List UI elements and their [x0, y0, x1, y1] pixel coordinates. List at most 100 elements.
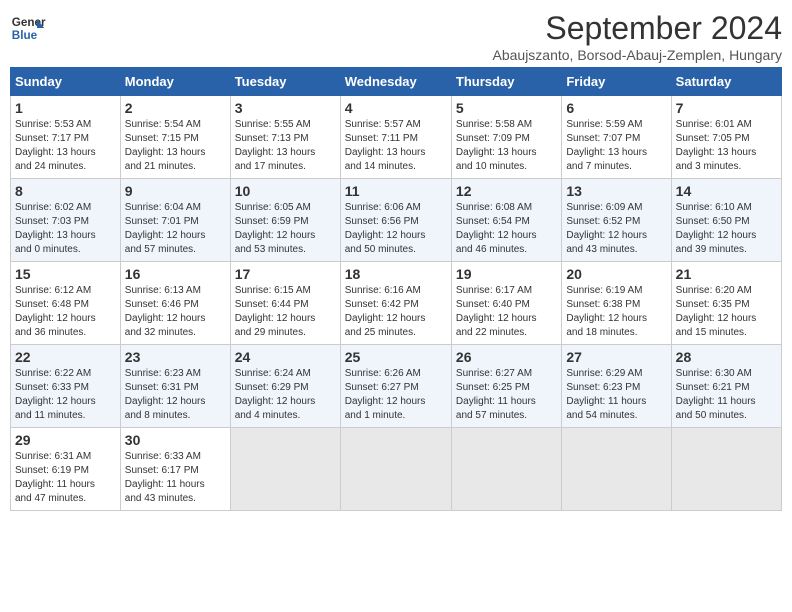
day-info: Sunrise: 6:06 AM Sunset: 6:56 PM Dayligh…	[345, 201, 447, 257]
day-info: Sunrise: 6:16 AM Sunset: 6:42 PM Dayligh…	[345, 284, 447, 340]
day-info: Sunrise: 6:22 AM Sunset: 6:33 PM Dayligh…	[15, 367, 116, 423]
day-info: Sunrise: 6:01 AM Sunset: 7:05 PM Dayligh…	[676, 118, 777, 174]
day-number: 1	[15, 100, 116, 116]
day-info: Sunrise: 6:10 AM Sunset: 6:50 PM Dayligh…	[676, 201, 777, 257]
calendar-cell: 29 Sunrise: 6:31 AM Sunset: 6:19 PM Dayli…	[11, 428, 121, 511]
calendar-cell: 21 Sunrise: 6:20 AM Sunset: 6:35 PM Dayli…	[671, 262, 781, 345]
day-number: 9	[125, 183, 226, 199]
page-header: General Blue September 2024 Abaujszanto,…	[10, 10, 782, 63]
day-info: Sunrise: 5:59 AM Sunset: 7:07 PM Dayligh…	[566, 118, 666, 174]
day-number: 5	[456, 100, 557, 116]
day-info: Sunrise: 6:12 AM Sunset: 6:48 PM Dayligh…	[15, 284, 116, 340]
calendar-cell: 23 Sunrise: 6:23 AM Sunset: 6:31 PM Dayli…	[120, 345, 230, 428]
day-info: Sunrise: 6:23 AM Sunset: 6:31 PM Dayligh…	[125, 367, 226, 423]
svg-text:Blue: Blue	[12, 29, 38, 42]
day-number: 18	[345, 266, 447, 282]
day-info: Sunrise: 6:19 AM Sunset: 6:38 PM Dayligh…	[566, 284, 666, 340]
calendar-cell	[340, 428, 451, 511]
title-block: September 2024 Abaujszanto, Borsod-Abauj…	[493, 10, 783, 63]
calendar-cell	[451, 428, 561, 511]
day-number: 27	[566, 349, 666, 365]
calendar-week-4: 22 Sunrise: 6:22 AM Sunset: 6:33 PM Dayli…	[11, 345, 782, 428]
day-info: Sunrise: 6:24 AM Sunset: 6:29 PM Dayligh…	[235, 367, 336, 423]
calendar-cell: 11 Sunrise: 6:06 AM Sunset: 6:56 PM Dayli…	[340, 179, 451, 262]
day-number: 11	[345, 183, 447, 199]
calendar-cell: 3 Sunrise: 5:55 AM Sunset: 7:13 PM Daylig…	[230, 96, 340, 179]
day-info: Sunrise: 6:17 AM Sunset: 6:40 PM Dayligh…	[456, 284, 557, 340]
calendar-cell: 27Sunrise: 6:29 AM Sunset: 6:23 PM Dayli…	[562, 345, 671, 428]
calendar-cell: 6 Sunrise: 5:59 AM Sunset: 7:07 PM Daylig…	[562, 96, 671, 179]
day-info: Sunrise: 6:20 AM Sunset: 6:35 PM Dayligh…	[676, 284, 777, 340]
day-number: 20	[566, 266, 666, 282]
day-info: Sunrise: 6:02 AM Sunset: 7:03 PM Dayligh…	[15, 201, 116, 257]
day-number: 7	[676, 100, 777, 116]
calendar-cell: 28 Sunrise: 6:30 AM Sunset: 6:21 PM Dayli…	[671, 345, 781, 428]
calendar-table: SundayMondayTuesdayWednesdayThursdayFrid…	[10, 67, 782, 511]
calendar-cell: 2 Sunrise: 5:54 AM Sunset: 7:15 PM Daylig…	[120, 96, 230, 179]
day-number: 30	[125, 432, 226, 448]
day-number: 6	[566, 100, 666, 116]
calendar-cell	[671, 428, 781, 511]
day-info: Sunrise: 6:08 AM Sunset: 6:54 PM Dayligh…	[456, 201, 557, 257]
calendar-body: 1 Sunrise: 5:53 AM Sunset: 7:17 PM Daylig…	[11, 96, 782, 511]
calendar-cell: 18 Sunrise: 6:16 AM Sunset: 6:42 PM Dayli…	[340, 262, 451, 345]
day-number: 17	[235, 266, 336, 282]
calendar-cell: 5Sunrise: 5:58 AM Sunset: 7:09 PM Daylig…	[451, 96, 561, 179]
calendar-cell: 19 Sunrise: 6:17 AM Sunset: 6:40 PM Dayli…	[451, 262, 561, 345]
calendar-cell	[562, 428, 671, 511]
calendar-cell: 16 Sunrise: 6:13 AM Sunset: 6:46 PM Dayli…	[120, 262, 230, 345]
day-info: Sunrise: 6:33 AM Sunset: 6:17 PM Dayligh…	[125, 450, 226, 506]
day-info: Sunrise: 6:26 AM Sunset: 6:27 PM Dayligh…	[345, 367, 447, 423]
day-info: Sunrise: 6:30 AM Sunset: 6:21 PM Dayligh…	[676, 367, 777, 423]
day-number: 14	[676, 183, 777, 199]
weekday-tuesday: Tuesday	[230, 68, 340, 96]
day-number: 13	[566, 183, 666, 199]
day-number: 28	[676, 349, 777, 365]
weekday-sunday: Sunday	[11, 68, 121, 96]
weekday-thursday: Thursday	[451, 68, 561, 96]
day-number: 21	[676, 266, 777, 282]
calendar-cell: 7 Sunrise: 6:01 AM Sunset: 7:05 PM Daylig…	[671, 96, 781, 179]
day-number: 16	[125, 266, 226, 282]
calendar-cell	[230, 428, 340, 511]
day-number: 23	[125, 349, 226, 365]
calendar-cell: 26 Sunrise: 6:27 AM Sunset: 6:25 PM Dayli…	[451, 345, 561, 428]
weekday-wednesday: Wednesday	[340, 68, 451, 96]
calendar-cell: 4Sunrise: 5:57 AM Sunset: 7:11 PM Daylig…	[340, 96, 451, 179]
day-info: Sunrise: 6:15 AM Sunset: 6:44 PM Dayligh…	[235, 284, 336, 340]
calendar-cell: 20 Sunrise: 6:19 AM Sunset: 6:38 PM Dayli…	[562, 262, 671, 345]
day-info: Sunrise: 6:27 AM Sunset: 6:25 PM Dayligh…	[456, 367, 557, 423]
location: Abaujszanto, Borsod-Abauj-Zemplen, Hunga…	[493, 47, 783, 63]
calendar-cell: 13 Sunrise: 6:09 AM Sunset: 6:52 PM Dayli…	[562, 179, 671, 262]
calendar-week-1: 1 Sunrise: 5:53 AM Sunset: 7:17 PM Daylig…	[11, 96, 782, 179]
calendar-cell: 8 Sunrise: 6:02 AM Sunset: 7:03 PM Daylig…	[11, 179, 121, 262]
day-info: Sunrise: 6:04 AM Sunset: 7:01 PM Dayligh…	[125, 201, 226, 257]
day-number: 19	[456, 266, 557, 282]
day-info: Sunrise: 5:55 AM Sunset: 7:13 PM Dayligh…	[235, 118, 336, 174]
day-number: 22	[15, 349, 116, 365]
day-number: 2	[125, 100, 226, 116]
day-number: 8	[15, 183, 116, 199]
day-info: Sunrise: 5:53 AM Sunset: 7:17 PM Dayligh…	[15, 118, 116, 174]
calendar-cell: 25 Sunrise: 6:26 AM Sunset: 6:27 PM Dayli…	[340, 345, 451, 428]
calendar-cell: 9 Sunrise: 6:04 AM Sunset: 7:01 PM Daylig…	[120, 179, 230, 262]
weekday-header-row: SundayMondayTuesdayWednesdayThursdayFrid…	[11, 68, 782, 96]
calendar-cell: 1 Sunrise: 5:53 AM Sunset: 7:17 PM Daylig…	[11, 96, 121, 179]
month-title: September 2024	[493, 10, 783, 47]
calendar-cell: 14 Sunrise: 6:10 AM Sunset: 6:50 PM Dayli…	[671, 179, 781, 262]
day-number: 15	[15, 266, 116, 282]
day-number: 12	[456, 183, 557, 199]
day-info: Sunrise: 6:05 AM Sunset: 6:59 PM Dayligh…	[235, 201, 336, 257]
day-number: 26	[456, 349, 557, 365]
calendar-cell: 10Sunrise: 6:05 AM Sunset: 6:59 PM Dayli…	[230, 179, 340, 262]
weekday-monday: Monday	[120, 68, 230, 96]
day-info: Sunrise: 5:54 AM Sunset: 7:15 PM Dayligh…	[125, 118, 226, 174]
day-number: 3	[235, 100, 336, 116]
day-info: Sunrise: 6:09 AM Sunset: 6:52 PM Dayligh…	[566, 201, 666, 257]
day-info: Sunrise: 6:31 AM Sunset: 6:19 PM Dayligh…	[15, 450, 116, 506]
day-number: 25	[345, 349, 447, 365]
calendar-cell: 30 Sunrise: 6:33 AM Sunset: 6:17 PM Dayli…	[120, 428, 230, 511]
day-number: 29	[15, 432, 116, 448]
logo: General Blue	[10, 10, 46, 46]
day-info: Sunrise: 6:13 AM Sunset: 6:46 PM Dayligh…	[125, 284, 226, 340]
